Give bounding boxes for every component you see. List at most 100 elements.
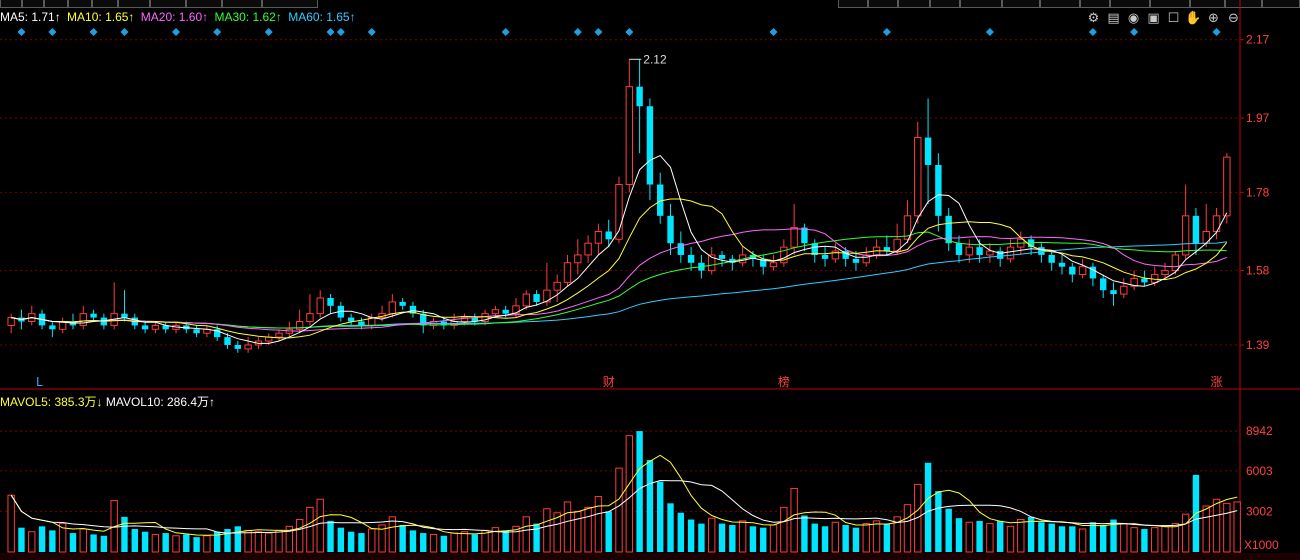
volume-bar bbox=[862, 523, 870, 553]
volume-bar bbox=[254, 531, 263, 553]
event-diamond-marker bbox=[89, 28, 98, 36]
volume-bar bbox=[79, 528, 87, 553]
volume-bar bbox=[234, 526, 242, 552]
volume-bar bbox=[842, 524, 849, 552]
volume-bar bbox=[141, 531, 149, 552]
volume-bar bbox=[594, 496, 603, 553]
event-diamond-marker bbox=[1212, 28, 1221, 36]
volume-bar bbox=[460, 531, 469, 553]
candle-body bbox=[1141, 278, 1148, 283]
volume-bar bbox=[1181, 513, 1190, 553]
candle-body bbox=[955, 243, 963, 255]
ma30-line bbox=[11, 231, 1227, 329]
volume-bar bbox=[1038, 522, 1045, 552]
volume-bar bbox=[471, 534, 478, 552]
volume-bar bbox=[1202, 505, 1210, 553]
volume-tick-label: 3002 bbox=[1246, 504, 1273, 518]
price-event-marker: L bbox=[36, 375, 43, 389]
volume-bar bbox=[749, 526, 757, 552]
candle-body bbox=[914, 137, 922, 217]
volume-bar bbox=[687, 519, 695, 552]
event-diamond-marker bbox=[17, 28, 26, 36]
candle-body bbox=[965, 246, 973, 256]
event-diamond-marker bbox=[171, 28, 180, 36]
price-event-marker: 涨 bbox=[1211, 374, 1223, 389]
candle-body bbox=[636, 86, 643, 107]
price-tick-label: 1.78 bbox=[1246, 185, 1270, 199]
candle-body bbox=[1192, 215, 1200, 244]
event-diamond-marker bbox=[326, 28, 335, 36]
volume-bar bbox=[316, 498, 324, 553]
volume-bar bbox=[347, 531, 355, 552]
volume-bar bbox=[718, 523, 726, 552]
candle-body bbox=[790, 227, 798, 248]
candle-body bbox=[1151, 274, 1159, 283]
event-diamond-marker bbox=[625, 28, 634, 36]
volume-bar bbox=[1017, 519, 1025, 553]
volume-bar bbox=[193, 537, 200, 552]
candle-body bbox=[1038, 247, 1045, 255]
candle-body bbox=[1161, 270, 1169, 276]
event-diamond-marker bbox=[882, 28, 891, 36]
volume-bar bbox=[677, 512, 685, 552]
candle-body bbox=[90, 313, 97, 318]
event-diamond-marker bbox=[48, 28, 57, 36]
volume-bar bbox=[1078, 528, 1087, 553]
event-diamond-marker bbox=[120, 28, 129, 36]
volume-bar bbox=[852, 527, 860, 552]
candle-body bbox=[275, 332, 283, 338]
volume-bar bbox=[563, 501, 572, 553]
volume-bar bbox=[429, 533, 438, 553]
volume-bar bbox=[574, 510, 582, 553]
volume-bar bbox=[7, 494, 15, 553]
volume-bar bbox=[872, 520, 881, 553]
volume-bar bbox=[131, 529, 138, 552]
price-event-marker: 榜 bbox=[778, 374, 790, 389]
candle-body bbox=[584, 242, 592, 256]
volume-bar bbox=[368, 528, 376, 553]
volume-bar bbox=[203, 535, 211, 553]
volume-bar bbox=[986, 523, 994, 553]
candle-body bbox=[667, 215, 674, 244]
event-diamond-marker bbox=[367, 28, 376, 36]
volume-bar bbox=[831, 521, 840, 553]
event-diamond-marker bbox=[501, 28, 510, 36]
volume-bar bbox=[821, 526, 829, 552]
volume-bar bbox=[883, 523, 891, 552]
volume-bar bbox=[409, 530, 417, 552]
volume-bar bbox=[646, 460, 654, 552]
volume-bar bbox=[1130, 527, 1138, 553]
volume-bar bbox=[1161, 525, 1169, 553]
volume-bar bbox=[399, 524, 406, 552]
bottom-tab-strip bbox=[0, 553, 1300, 560]
candle-body bbox=[1006, 246, 1015, 260]
candle-body bbox=[935, 164, 942, 216]
candle-body bbox=[811, 243, 818, 255]
volume-bar bbox=[1069, 526, 1076, 552]
candle-body bbox=[646, 106, 654, 185]
price-tick-label: 1.97 bbox=[1246, 111, 1270, 125]
volume-bar bbox=[502, 530, 509, 552]
mavol5-line bbox=[10, 454, 1238, 536]
volume-bar bbox=[1048, 523, 1055, 552]
event-diamond-marker bbox=[1130, 28, 1139, 36]
candle-body bbox=[121, 313, 128, 318]
volume-bar bbox=[769, 524, 778, 553]
volume-bar bbox=[935, 491, 942, 552]
volume-bar bbox=[162, 533, 169, 552]
candle-body bbox=[79, 313, 87, 326]
candle-body bbox=[1048, 254, 1055, 263]
candle-body bbox=[852, 258, 860, 263]
volume-bar bbox=[275, 529, 283, 553]
volume-bar bbox=[1120, 523, 1128, 553]
candle-body bbox=[399, 301, 406, 306]
volume-bar bbox=[183, 534, 190, 552]
candle-body bbox=[1212, 215, 1221, 232]
candle-body bbox=[234, 344, 242, 349]
volume-bar bbox=[295, 519, 304, 553]
volume-bar bbox=[811, 523, 818, 552]
candle-body bbox=[316, 297, 324, 315]
candle-body bbox=[862, 254, 870, 264]
volume-bar bbox=[533, 523, 540, 552]
volume-bar bbox=[945, 508, 952, 552]
